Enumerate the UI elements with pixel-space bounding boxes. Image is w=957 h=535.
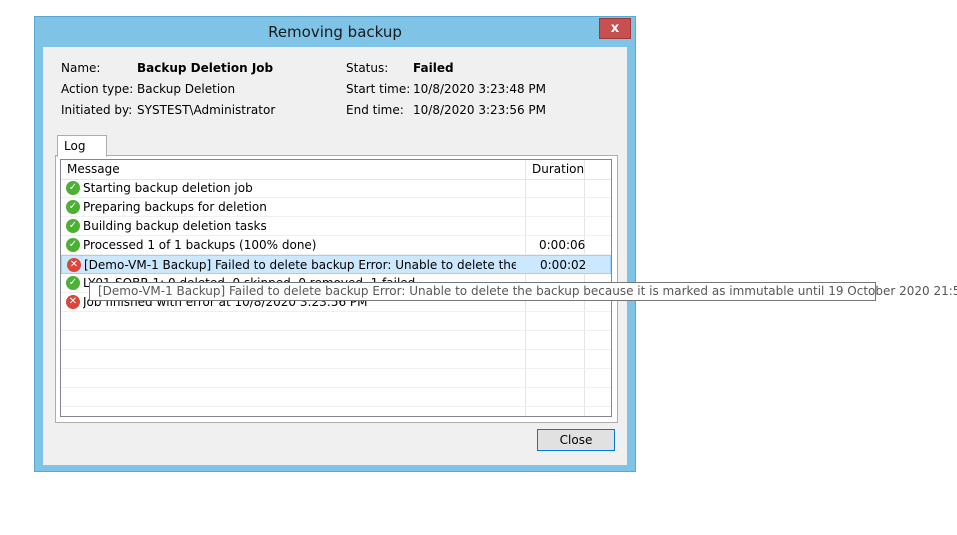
start-time-label: Start time: — [346, 82, 411, 96]
log-row[interactable]: ✓ Preparing backups for deletion — [61, 198, 611, 217]
log-message: Starting backup deletion job — [83, 181, 253, 195]
log-header: Message Duration — [61, 160, 611, 180]
log-row[interactable]: ✓ Processed 1 of 1 backups (100% done) 0… — [61, 236, 611, 255]
name-value: Backup Deletion Job — [137, 61, 274, 75]
log-row-empty — [61, 369, 611, 388]
removing-backup-dialog: Removing backup x Name: Backup Deletion … — [34, 16, 636, 472]
log-row-selected[interactable]: ✕ [Demo-VM-1 Backup] Failed to delete ba… — [61, 255, 611, 274]
name-label: Name: — [61, 61, 101, 75]
log-row-empty — [61, 331, 611, 350]
close-window-icon[interactable]: x — [599, 18, 631, 39]
success-check-icon: ✓ — [66, 181, 80, 195]
log-message: Building backup deletion tasks — [83, 219, 267, 233]
message-column-header[interactable]: Message — [67, 162, 120, 176]
log-row-empty — [61, 388, 611, 407]
success-check-icon: ✓ — [66, 219, 80, 233]
success-check-icon: ✓ — [66, 200, 80, 214]
action-type-label: Action type: — [61, 82, 134, 96]
log-row[interactable]: ✓ Building backup deletion tasks — [61, 217, 611, 236]
dialog-body: Name: Backup Deletion Job Action type: B… — [43, 47, 627, 465]
error-x-icon: ✕ — [67, 258, 81, 272]
status-label: Status: — [346, 61, 389, 75]
log-duration: 0:00:02 — [540, 258, 587, 272]
dialog-title: Removing backup — [268, 23, 402, 41]
start-time-value: 10/8/2020 3:23:48 PM — [413, 82, 547, 96]
end-time-label: End time: — [346, 103, 404, 117]
log-message-tooltip: [Demo-VM-1 Backup] Failed to delete back… — [89, 282, 957, 301]
success-check-icon: ✓ — [66, 276, 80, 290]
action-type-value: Backup Deletion — [137, 82, 236, 96]
success-check-icon: ✓ — [66, 238, 80, 252]
initiated-by-value: SYSTEST\Administrator — [137, 103, 276, 117]
initiated-by-label: Initiated by: — [61, 103, 133, 117]
close-button[interactable]: Close — [537, 429, 615, 451]
duration-column-header[interactable]: Duration — [532, 162, 584, 176]
error-x-icon: ✕ — [66, 295, 80, 309]
log-row[interactable]: ✓ Starting backup deletion job — [61, 179, 611, 198]
log-row-empty — [61, 350, 611, 369]
log-message: Preparing backups for deletion — [83, 200, 267, 214]
log-row-empty — [61, 312, 611, 331]
log-duration: 0:00:06 — [539, 238, 586, 252]
log-message: Processed 1 of 1 backups (100% done) — [83, 238, 317, 252]
status-value: Failed — [413, 61, 454, 75]
end-time-value: 10/8/2020 3:23:56 PM — [413, 103, 547, 117]
tab-log[interactable]: Log — [57, 135, 107, 157]
log-message: [Demo-VM-1 Backup] Failed to delete back… — [84, 258, 516, 272]
